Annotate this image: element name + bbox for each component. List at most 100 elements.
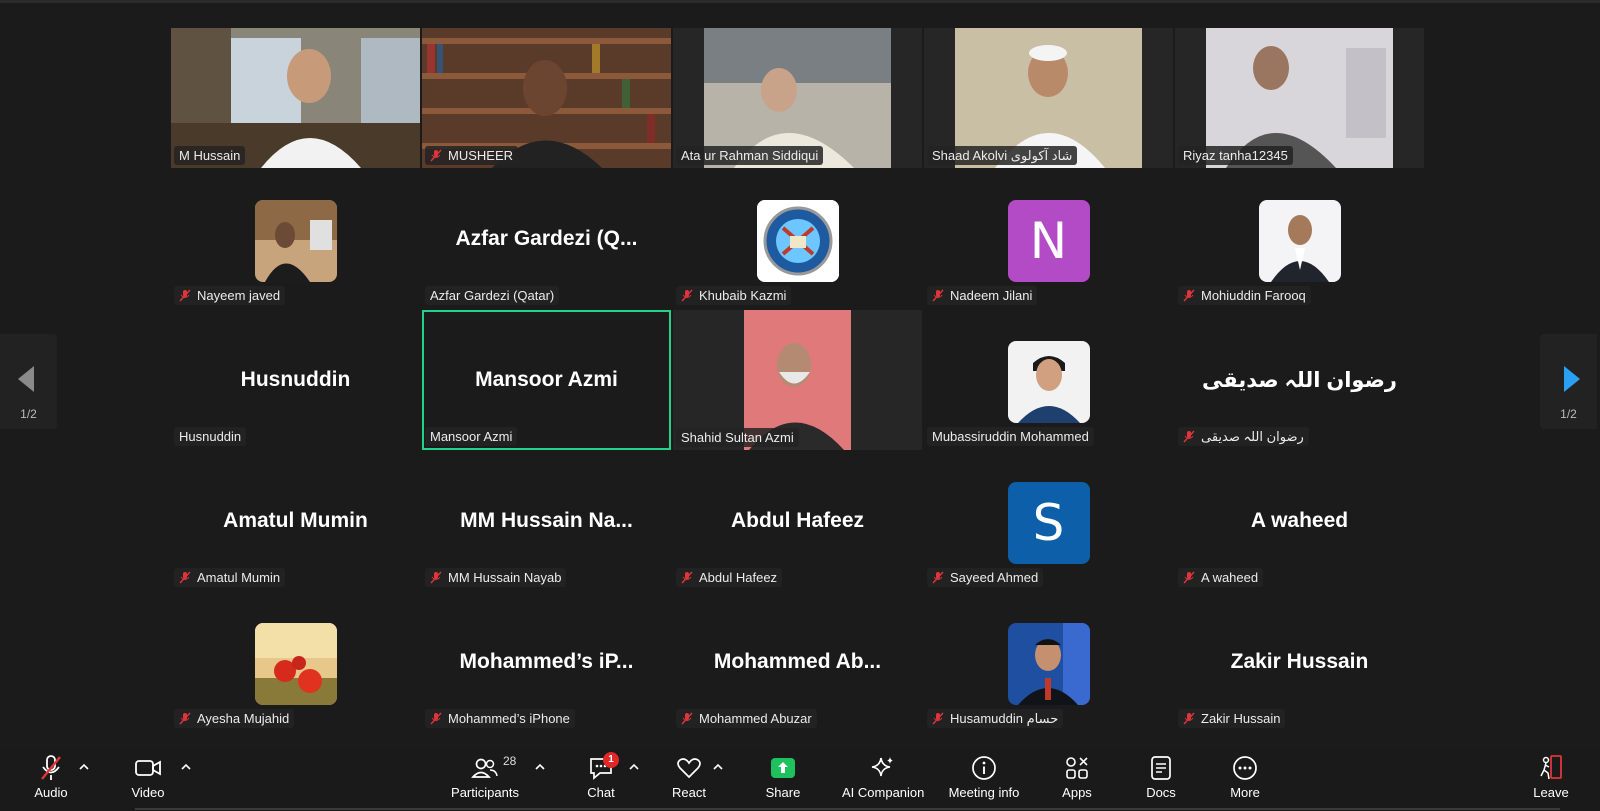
react-button[interactable]: React: [672, 754, 706, 800]
participant-name-label: Abdul Hafeez: [676, 568, 783, 587]
video-camera-icon: [135, 760, 161, 776]
chat-label: Chat: [587, 785, 615, 800]
meeting-info-button[interactable]: Meeting info: [944, 754, 1024, 800]
mic-muted-icon: [681, 571, 693, 584]
docs-button[interactable]: Docs: [1144, 754, 1178, 800]
participant-tile[interactable]: Abdul Hafeez Abdul Hafeez: [673, 451, 922, 591]
participant-name-label: Mubassiruddin Mohammed: [927, 427, 1094, 446]
mic-muted-icon: [932, 712, 944, 725]
participant-name-label: Sayeed Ahmed: [927, 568, 1044, 587]
participant-tile[interactable]: Mohammed’s iP... Mohammed’s iPhone: [422, 592, 671, 732]
participant-tile[interactable]: Ayesha Mujahid: [171, 592, 420, 732]
meeting-toolbar: Audio Video 28 Participants 1 Chat React…: [0, 748, 1600, 811]
participant-display-name: Amatul Mumin: [223, 509, 368, 532]
participant-name-label: Nayeem javed: [174, 286, 286, 305]
previous-page-button[interactable]: 1/2: [0, 334, 57, 429]
sparkle-icon: [871, 757, 893, 777]
participant-name-label: Mohammed’s iPhone: [425, 709, 575, 728]
mic-muted-icon: [41, 755, 61, 780]
page-indicator: 1/2: [1560, 407, 1577, 421]
apps-button[interactable]: Apps: [1058, 754, 1096, 800]
audio-options-chevron-icon[interactable]: [77, 762, 91, 772]
info-icon: [972, 756, 996, 780]
participant-name-label: Amatul Mumin: [174, 568, 286, 587]
participant-tile[interactable]: S Sayeed Ahmed: [924, 451, 1173, 591]
video-tile[interactable]: M Hussain: [171, 28, 420, 168]
leave-meeting-button[interactable]: Leave: [1533, 754, 1569, 800]
participant-display-name: Mohammed Ab...: [713, 650, 882, 673]
participant-name-label: M Hussain: [174, 146, 246, 165]
audio-button[interactable]: Audio: [28, 754, 74, 800]
chat-options-chevron-icon[interactable]: [627, 762, 641, 772]
mic-muted-icon: [179, 289, 191, 302]
video-button[interactable]: Video: [124, 754, 172, 800]
toolbar-divider: [135, 808, 1560, 810]
ai-companion-button[interactable]: AI Companion: [842, 754, 924, 800]
more-options-icon: [1233, 756, 1257, 780]
participant-tile[interactable]: Khubaib Kazmi: [673, 169, 922, 309]
participant-display-name: Abdul Hafeez: [730, 509, 864, 532]
participant-name-label: Husnuddin: [174, 427, 247, 446]
share-screen-button[interactable]: Share: [765, 754, 801, 800]
participant-name-label: Husamuddin حسام: [927, 709, 1064, 728]
heart-icon: [677, 758, 701, 779]
profile-picture: [1258, 200, 1341, 282]
triangle-right-icon: [1564, 366, 1580, 392]
video-options-chevron-icon[interactable]: [179, 762, 193, 772]
video-tile[interactable]: Ata ur Rahman Siddiqui: [673, 28, 922, 168]
chat-button[interactable]: 1 Chat: [585, 752, 619, 800]
profile-picture: [1007, 623, 1090, 705]
participant-tile[interactable]: Amatul Mumin Amatul Mumin: [171, 451, 420, 591]
video-label: Video: [131, 785, 165, 800]
leave-label: Leave: [1533, 785, 1569, 800]
participant-tile[interactable]: Nayeem javed: [171, 169, 420, 309]
participant-tile[interactable]: رضوان اللہ صدیقی رضوان اللہ صدیقی: [1175, 310, 1424, 450]
video-tile[interactable]: MUSHEER: [422, 28, 671, 168]
participant-name-label: Shahid Sultan Azmi: [676, 428, 799, 447]
mic-muted-icon: [681, 712, 693, 725]
participants-button[interactable]: 28 Participants: [449, 754, 521, 800]
apps-label: Apps: [1062, 785, 1092, 800]
participant-name-label: A waheed: [1178, 568, 1264, 587]
participant-display-name: Mansoor Azmi: [475, 368, 618, 391]
participant-tile[interactable]: N Nadeem Jilani: [924, 169, 1173, 309]
participant-tile[interactable]: Mubassiruddin Mohammed: [924, 310, 1173, 450]
mic-muted-icon: [1183, 289, 1195, 302]
participant-display-name: Husnuddin: [240, 368, 351, 391]
participant-display-name: A waheed: [1250, 509, 1349, 532]
participant-tile[interactable]: MM Hussain Na... MM Hussain Nayab: [422, 451, 671, 591]
participant-name-label: Khubaib Kazmi: [676, 286, 792, 305]
share-screen-icon: [771, 758, 795, 778]
participants-options-chevron-icon[interactable]: [533, 762, 547, 772]
participant-name-label: Shaad Akolvi شاد آکولوی: [927, 146, 1078, 165]
participants-icon: [471, 758, 498, 778]
participant-name-label: Ata ur Rahman Siddiqui: [676, 146, 824, 165]
profile-picture: [756, 200, 839, 282]
participant-name-label: Mohiuddin Farooq: [1178, 286, 1311, 305]
mic-muted-icon: [179, 712, 191, 725]
triangle-left-icon: [18, 366, 34, 392]
participant-display-name: Azfar Gardezi (Q...: [455, 227, 638, 250]
participant-name-label: Ayesha Mujahid: [174, 709, 295, 728]
video-tile[interactable]: Riyaz tanha12345: [1175, 28, 1424, 168]
participant-tile[interactable]: Mohammed Ab... Mohammed Abuzar: [673, 592, 922, 732]
more-button[interactable]: More: [1225, 754, 1265, 800]
participant-tile[interactable]: Azfar Gardezi (Q... Azfar Gardezi (Qatar…: [422, 169, 671, 309]
meeting-info-label: Meeting info: [948, 785, 1020, 800]
participant-name-label: رضوان اللہ صدیقی: [1178, 427, 1309, 446]
participant-tile[interactable]: Mohiuddin Farooq: [1175, 169, 1424, 309]
participant-display-name: Mohammed’s iP...: [459, 650, 634, 673]
profile-picture: [254, 200, 337, 282]
active-speaker-tile[interactable]: Mansoor Azmi Mansoor Azmi: [422, 310, 671, 450]
participant-tile[interactable]: Husamuddin حسام: [924, 592, 1173, 732]
participant-tile[interactable]: Zakir Hussain Zakir Hussain: [1175, 592, 1424, 732]
react-options-chevron-icon[interactable]: [711, 762, 725, 772]
participant-tile[interactable]: Husnuddin Husnuddin: [171, 310, 420, 450]
next-page-button[interactable]: 1/2: [1540, 334, 1597, 429]
ai-companion-label: AI Companion: [842, 785, 925, 800]
video-tile[interactable]: Shahid Sultan Azmi: [673, 310, 922, 450]
mic-muted-icon: [932, 289, 944, 302]
participant-tile[interactable]: A waheed A waheed: [1175, 451, 1424, 591]
participant-display-name: Zakir Hussain: [1230, 650, 1369, 673]
video-tile[interactable]: Shaad Akolvi شاد آکولوی: [924, 28, 1173, 168]
